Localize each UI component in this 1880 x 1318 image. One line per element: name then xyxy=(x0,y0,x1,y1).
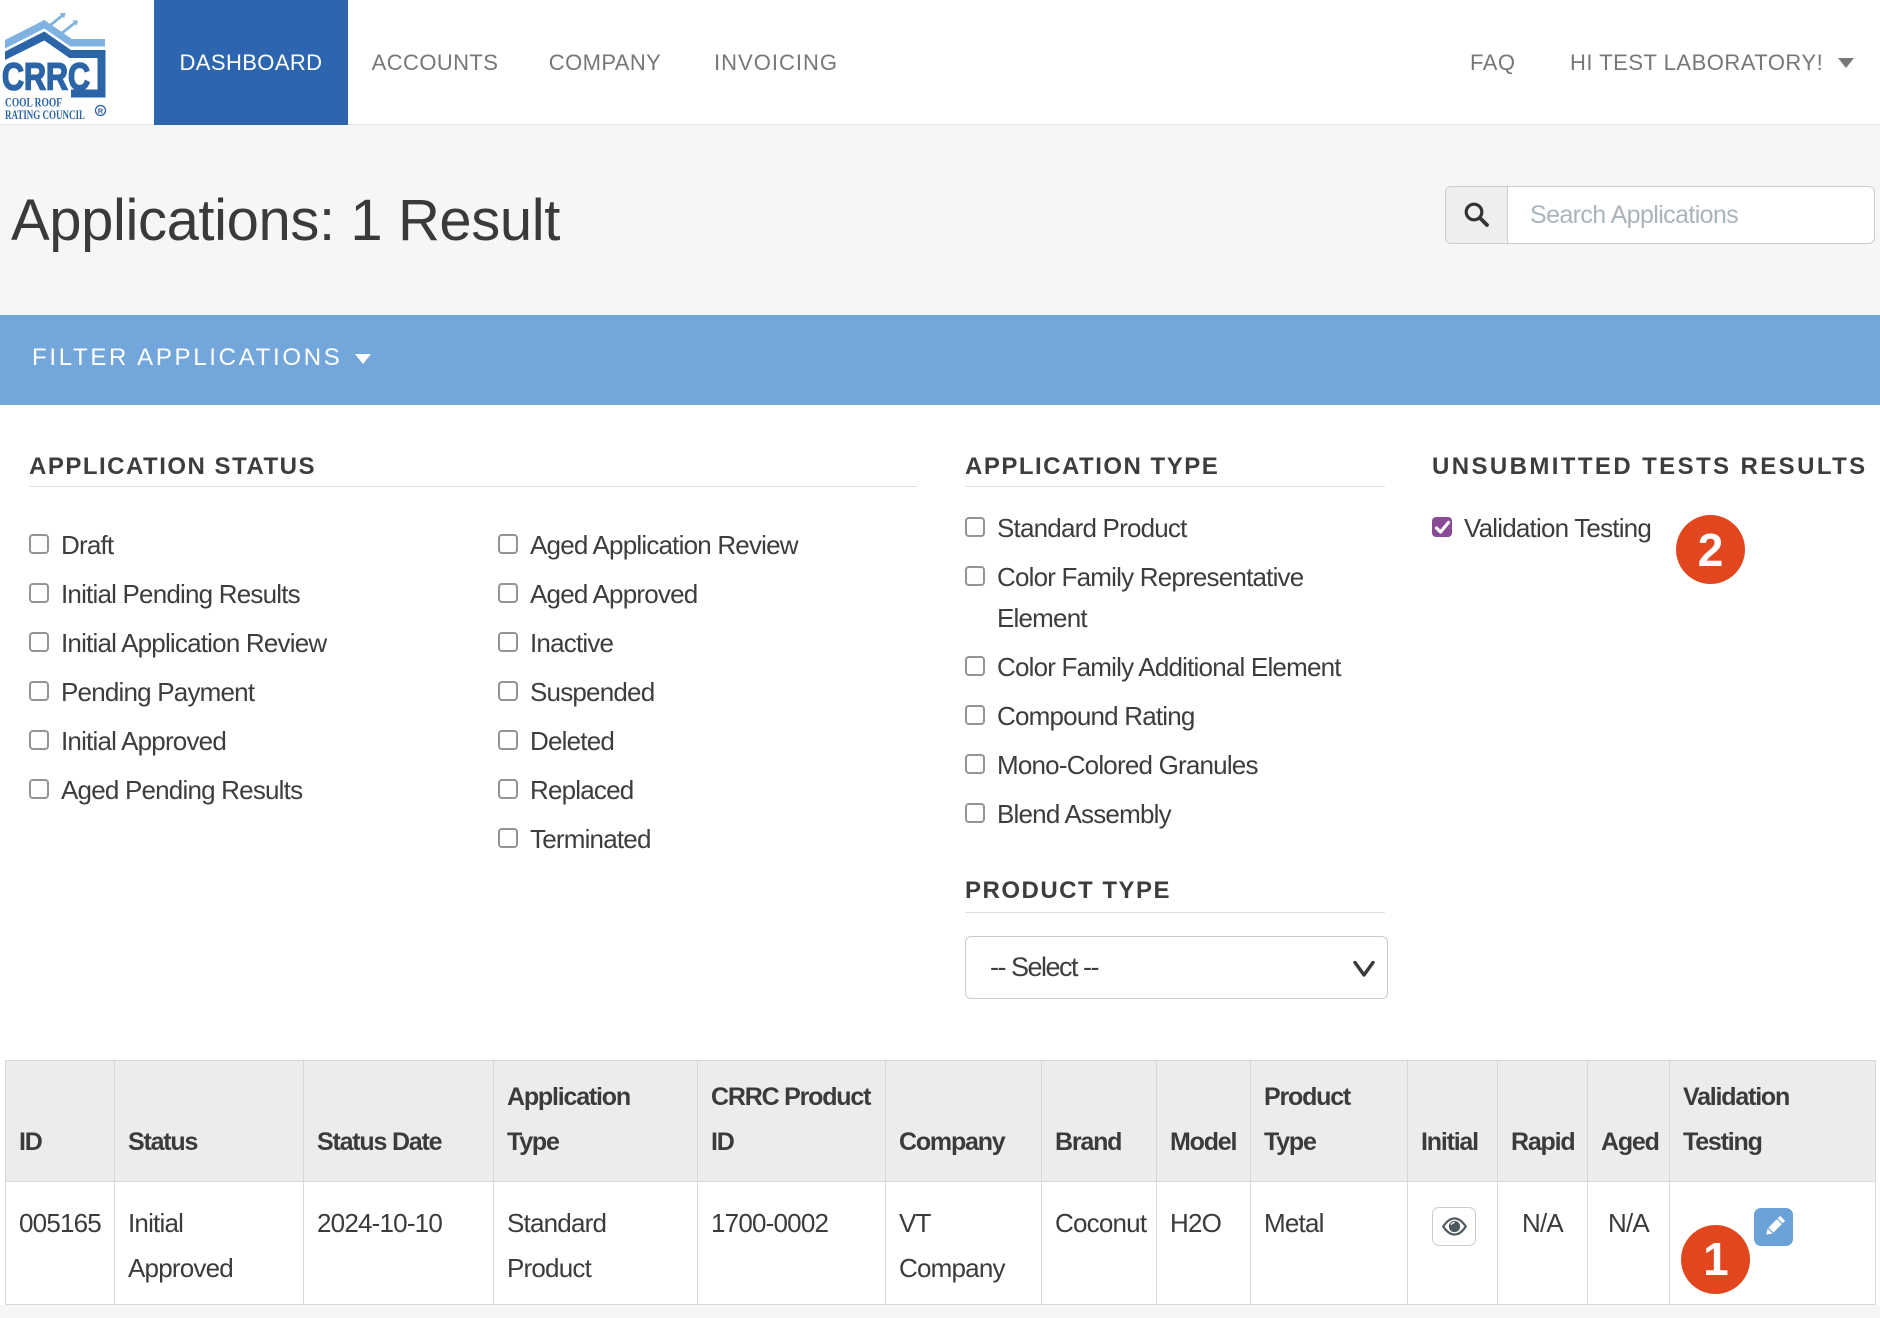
svg-text:R: R xyxy=(98,107,104,116)
svg-text:CRRC: CRRC xyxy=(2,57,90,99)
svg-text:RATING COUNCIL: RATING COUNCIL xyxy=(5,107,85,122)
